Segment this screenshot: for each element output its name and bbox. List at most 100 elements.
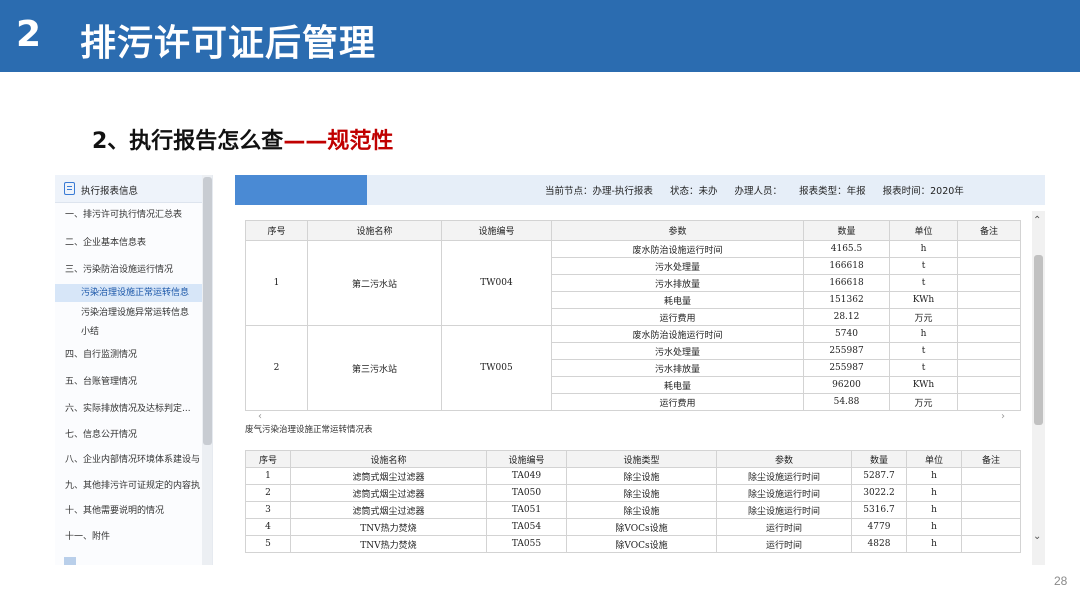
cell-unit: 万元 [889,308,958,326]
scroll-right-icon[interactable]: › [1001,411,1005,422]
cell-facility-code: TA050 [486,484,567,502]
sidebar-item-pollution-control[interactable]: 三、污染防治设施运行情况 [65,261,212,279]
cell-remark [957,291,1021,309]
scroll-up-icon[interactable]: ⌃ [1033,215,1041,226]
cell-facility-type: 除尘设施 [566,484,717,502]
col-header: 备注 [957,220,1021,241]
cell-facility-name: 滤筒式烟尘过滤器 [290,467,487,485]
cell-param: 耗电量 [551,291,804,309]
col-header: 参数 [551,220,804,241]
table-row: 5 TNV热力焚烧 TA055 除VOCs设施 运行时间 4828 h [245,535,1021,553]
cell-seq: 1 [245,240,308,326]
sidebar-item-summary-note[interactable]: 小结 [81,323,212,341]
cell-remark [957,376,1021,394]
cell-seq: 1 [245,467,291,485]
col-header: 单位 [906,450,962,468]
cell-facility-code: TA051 [486,501,567,519]
sidebar-header-label: 执行报表信息 [81,186,139,197]
cell-qty: 96200 [803,376,890,394]
cell-seq: 2 [245,484,291,502]
cell-remark [961,518,1021,536]
scroll-down-icon[interactable]: ⌄ [1033,531,1041,542]
wastewater-facility-table: 序号 设施名称 设施编号 参数 数量 单位 备注 1 第二污水站 TW004 废… [245,220,1021,411]
cell-qty: 255987 [803,342,890,360]
screenshot-panel: 执行报表信息 一、排污许可执行情况汇总表 二、企业基本信息表 三、污染防治设施运… [55,175,1045,565]
cell-unit: h [906,518,962,536]
table2-caption: 废气污染治理设施正常运转情况表 [245,425,373,435]
sidebar-item-other-notes[interactable]: 十、其他需要说明的情况 [65,502,212,520]
sidebar-item-emission[interactable]: 六、实际排放情况及达标判定... [65,400,212,418]
status-state: 状态：未办 [669,186,718,197]
subtitle-dash: —— [283,129,328,154]
status-node: 当前节点：办理-执行报表 [545,186,653,197]
col-header: 参数 [716,450,852,468]
sidebar-item-disclosure[interactable]: 七、信息公开情况 [65,426,212,444]
cell-param: 运行费用 [551,393,804,411]
cell-facility-name: TNV热力焚烧 [290,518,487,536]
cell-param: 污水处理量 [551,257,804,275]
col-header: 序号 [245,450,291,468]
cell-param: 污水排放量 [551,359,804,377]
cell-remark [957,257,1021,275]
cell-remark [957,359,1021,377]
col-header: 设施名称 [290,450,487,468]
cell-qty: 54.88 [803,393,890,411]
cell-facility-code: TA054 [486,518,567,536]
subtitle: 2、执行报告怎么查——规范性 [92,123,393,155]
cell-remark [957,240,1021,258]
cell-facility-type: 除VOCs设施 [566,518,717,536]
cell-unit: h [889,325,958,343]
sidebar-scroll-thumb[interactable] [203,177,212,445]
cell-param: 运行时间 [716,535,852,553]
sidebar-item-env-system[interactable]: 八、企业内部情况环境体系建设与 [65,451,212,469]
cell-facility-code: TA049 [486,467,567,485]
col-header: 设施编号 [441,220,552,241]
cell-unit: 万元 [889,393,958,411]
col-header: 数量 [851,450,907,468]
sidebar-item-ledger[interactable]: 五、台账管理情况 [65,373,212,391]
cell-remark [961,501,1021,519]
table-row: 2 滤筒式烟尘过滤器 TA050 除尘设施 除尘设施运行时间 3022.2 h [245,484,1021,502]
col-header: 序号 [245,220,308,241]
cell-qty: 5316.7 [851,501,907,519]
sidebar-item-attachments[interactable]: 十一、附件 [65,528,212,546]
sidebar-item-basic-info[interactable]: 二、企业基本信息表 [65,234,212,252]
title-bar: 2 排污许可证后管理 [0,0,1080,72]
cell-qty: 5287.7 [851,467,907,485]
cell-facility-type: 除VOCs设施 [566,535,717,553]
sidebar-item-summary[interactable]: 一、排污许可执行情况汇总表 [65,206,212,224]
cell-unit: h [906,467,962,485]
action-tab[interactable] [235,175,367,205]
sidebar-header[interactable]: 执行报表信息 [55,175,202,203]
table-row: 1 第二污水站 TW004 废水防治设施运行时间 4165.5 h [245,240,1021,326]
table-row: 4 TNV热力焚烧 TA054 除VOCs设施 运行时间 4779 h [245,518,1021,536]
sidebar-item-other-permit[interactable]: 九、其他排污许可证规定的内容执 [65,477,212,495]
col-header: 数量 [803,220,890,241]
sidebar-item-self-monitoring[interactable]: 四、自行监测情况 [65,346,212,364]
cell-seq: 5 [245,535,291,553]
waste-gas-facility-table: 序号 设施名称 设施编号 设施类型 参数 数量 单位 备注 1 滤筒式烟尘过滤器… [245,450,1021,553]
cell-param: 除尘设施运行时间 [716,467,852,485]
sidebar-item-normal-operation[interactable]: 污染治理设施正常运转信息 [55,284,202,302]
cell-seq: 4 [245,518,291,536]
cell-unit: t [889,359,958,377]
scroll-left-icon[interactable]: ‹ [258,411,262,422]
folder-icon [64,557,76,565]
cell-unit: h [889,240,958,258]
col-header: 设施名称 [307,220,442,241]
cell-qty: 166618 [803,274,890,292]
cell-facility-code: TW004 [441,240,552,326]
col-header: 单位 [889,220,958,241]
sidebar: 执行报表信息 一、排污许可执行情况汇总表 二、企业基本信息表 三、污染防治设施运… [55,175,213,565]
status-report-type: 报表类型：年报 [799,186,866,197]
cell-facility-code: TW005 [441,325,552,411]
content-scroll-thumb[interactable] [1034,255,1043,425]
cell-qty: 28.12 [803,308,890,326]
cell-unit: t [889,274,958,292]
page-title: 排污许可证后管理 [80,23,377,64]
cell-param: 废水防治设施运行时间 [551,325,804,343]
cell-facility-name: 滤筒式烟尘过滤器 [290,484,487,502]
sidebar-item-abnormal-operation[interactable]: 污染治理设施异常运转信息 [81,304,212,322]
cell-facility-name: 第三污水站 [307,325,442,411]
section-number: 2 [16,14,42,55]
